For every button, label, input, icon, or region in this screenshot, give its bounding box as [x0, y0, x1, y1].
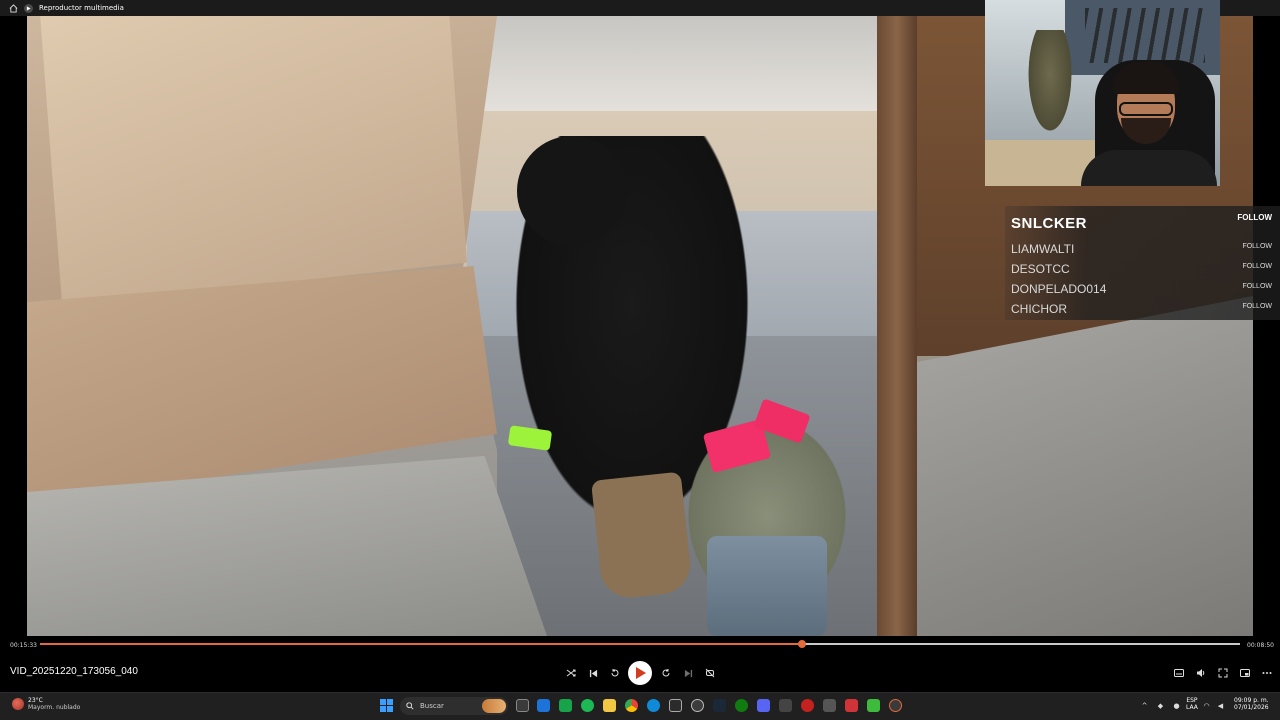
weather-widget[interactable]: 23°C Mayorm. nublado: [12, 697, 80, 711]
volume-tray-icon[interactable]: ◀: [1216, 701, 1225, 710]
webcam-desk: [985, 140, 1095, 186]
home-icon[interactable]: [8, 3, 18, 13]
clock-date: 07/01/2026: [1234, 704, 1269, 711]
forward-30-icon[interactable]: [659, 666, 673, 680]
chevron-up-icon[interactable]: ^: [1140, 701, 1149, 710]
follower-name: CHICHOR: [1011, 302, 1067, 316]
keyboard-language[interactable]: ESP LAA: [1186, 697, 1198, 711]
follower-name: DONPELADO014: [1011, 282, 1107, 296]
webcam-gun-rack: [1085, 8, 1205, 63]
next-icon[interactable]: [681, 666, 695, 680]
network-icon[interactable]: ◆: [1156, 701, 1165, 710]
time-total: 00:08:50: [1247, 642, 1274, 649]
time-current: 00:15:33: [10, 642, 37, 649]
taskbar: [0, 692, 1280, 720]
webcam-glasses: [1119, 102, 1173, 116]
seek-bar[interactable]: [40, 640, 1240, 648]
seek-bar-thumb[interactable]: [798, 640, 806, 648]
weather-condition: Mayorm. nublado: [28, 704, 81, 711]
media-player-taskbar-icon[interactable]: [889, 699, 902, 712]
windows-start-icon[interactable]: [380, 699, 393, 712]
previous-icon[interactable]: [586, 666, 600, 680]
weather-icon: [12, 698, 24, 710]
chrome-icon[interactable]: [625, 699, 638, 712]
video-filename: VID_20251220_173056_040: [10, 666, 138, 677]
follower-tag: FOLLOW: [1242, 303, 1272, 310]
weather-temperature: 23°C: [28, 697, 43, 704]
webcam-overlay: [985, 0, 1220, 186]
spotify-icon[interactable]: [581, 699, 594, 712]
store-icon[interactable]: [669, 699, 682, 712]
task-view-icon[interactable]: [516, 699, 529, 712]
more-options-icon[interactable]: [1260, 666, 1274, 680]
follower-top-tag: FOLLOW: [1237, 213, 1272, 222]
volume-icon[interactable]: [1194, 666, 1208, 680]
fullscreen-icon[interactable]: [1216, 666, 1230, 680]
app-icon[interactable]: [845, 699, 858, 712]
taskbar-search[interactable]: Buscar: [400, 697, 508, 715]
xbox-icon[interactable]: [735, 699, 748, 712]
whatsapp-icon[interactable]: [559, 699, 572, 712]
subtitles-icon[interactable]: [1172, 666, 1186, 680]
search-highlight-icon: [482, 699, 506, 713]
search-icon: [406, 702, 414, 710]
miniplayer-icon[interactable]: [1238, 666, 1252, 680]
follower-list: SNLCKER FOLLOW LIAMWALTI FOLLOW DESOTCC …: [1005, 206, 1280, 320]
follower-tag: FOLLOW: [1242, 263, 1272, 270]
scene-player-2-vest: [707, 536, 827, 636]
language-layout: LAA: [1186, 704, 1198, 711]
record-app-icon[interactable]: [801, 699, 814, 712]
follower-name: LIAMWALTI: [1011, 242, 1075, 256]
language-code: ESP: [1186, 697, 1198, 704]
scene-player-1-helmet: [517, 136, 627, 246]
shuffle-icon[interactable]: [564, 666, 578, 680]
scene-ceiling: [422, 16, 922, 111]
follower-tag: FOLLOW: [1242, 243, 1272, 250]
play-button[interactable]: [628, 661, 652, 685]
repeat-off-icon[interactable]: [703, 666, 717, 680]
steam-icon[interactable]: [713, 699, 726, 712]
clock-time: 09:09 p. m.: [1234, 697, 1269, 704]
follower-name: DESOTCC: [1011, 262, 1070, 276]
seek-bar-progress: [40, 643, 802, 645]
discord-icon[interactable]: [757, 699, 770, 712]
follower-top-name: SNLCKER: [1011, 215, 1088, 232]
clock[interactable]: 09:09 p. m. 07/01/2026: [1234, 697, 1269, 711]
search-placeholder: Buscar: [420, 702, 444, 710]
webcam-shirt: [1081, 150, 1217, 186]
play-app-icon[interactable]: [867, 699, 880, 712]
rewind-10-icon[interactable]: [608, 666, 622, 680]
scene-doorframe: [877, 16, 917, 636]
webcam-mannequin: [1025, 30, 1075, 140]
file-explorer-icon[interactable]: [603, 699, 616, 712]
media-player-app-icon: [24, 3, 33, 13]
app-icon[interactable]: [779, 699, 792, 712]
app-icon[interactable]: [823, 699, 836, 712]
follower-tag: FOLLOW: [1242, 283, 1272, 290]
scene-wall-left-top: [40, 16, 467, 306]
edge-icon[interactable]: [647, 699, 660, 712]
obs-icon[interactable]: [691, 699, 704, 712]
wifi-icon[interactable]: ◠: [1202, 701, 1211, 710]
mic-icon[interactable]: ●: [1172, 701, 1181, 710]
edge-copilot-icon[interactable]: [537, 699, 550, 712]
window-title: Reproductor multimedia: [39, 4, 124, 12]
